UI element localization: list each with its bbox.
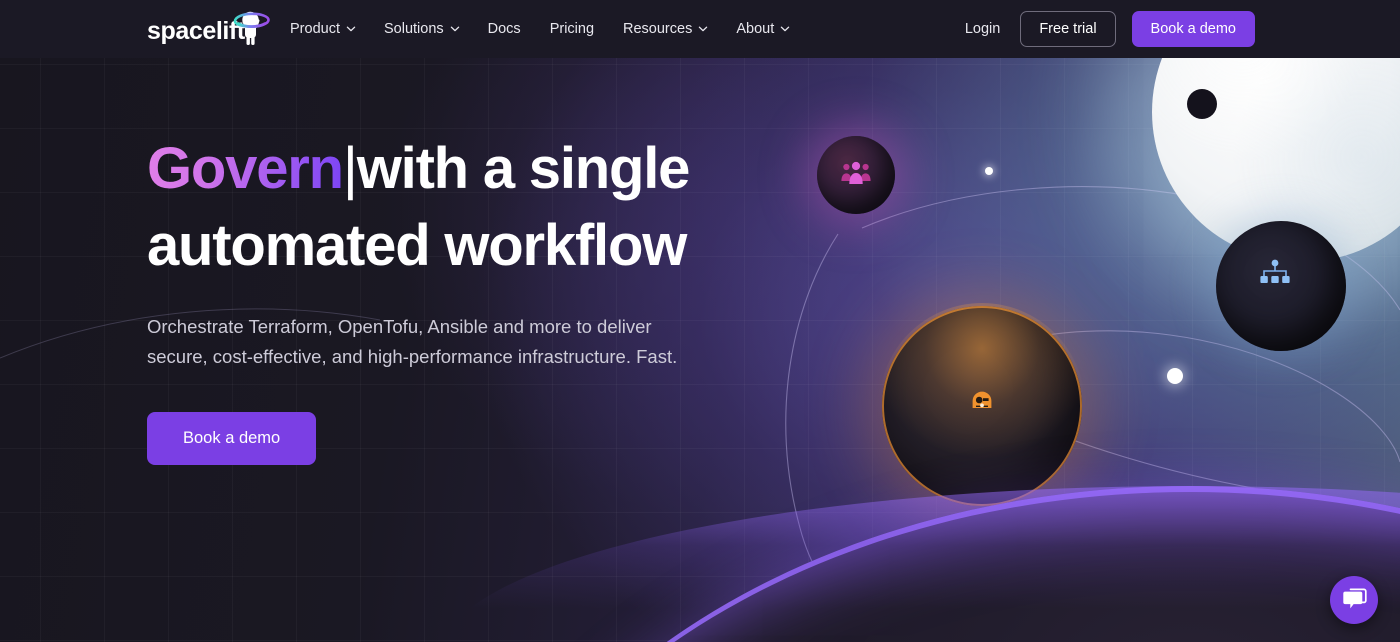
- free-trial-button[interactable]: Free trial: [1020, 11, 1116, 47]
- orange-planet: [879, 303, 1085, 509]
- nav-item-pricing[interactable]: Pricing: [548, 15, 596, 43]
- nav-item-about[interactable]: About: [734, 15, 791, 43]
- nav-item-label: Product: [290, 21, 340, 37]
- nav-item-label: About: [736, 21, 775, 37]
- subheadline-line-one: Orchestrate Terraform, OpenTofu, Ansible…: [147, 316, 652, 338]
- hero-copy: Govern|with a single automated workflow …: [147, 130, 867, 466]
- dark-moon: [1187, 89, 1217, 119]
- typing-caret: |: [342, 136, 358, 201]
- chat-bubbles-icon: [1342, 587, 1367, 614]
- site-header: spacelift Product Solutions Docs Pricing…: [0, 0, 1400, 58]
- pale-planet: [1152, 58, 1400, 262]
- pale-planet-texture: [1152, 58, 1400, 262]
- header-actions: Login Free trial Book a demo: [961, 0, 1255, 58]
- purple-horizon-planet: [440, 486, 1400, 642]
- page-title: Govern|with a single automated workflow: [147, 130, 867, 284]
- chevron-down-icon: [698, 24, 708, 33]
- nav-item-product[interactable]: Product: [288, 15, 357, 43]
- book-a-demo-hero-button[interactable]: Book a demo: [147, 412, 317, 466]
- chevron-down-icon: [346, 24, 356, 33]
- book-a-demo-header-button[interactable]: Book a demo: [1131, 11, 1255, 47]
- nav-item-label: Pricing: [549, 21, 595, 37]
- brand-logo[interactable]: spacelift: [147, 11, 271, 47]
- chat-widget-button[interactable]: [1330, 576, 1378, 624]
- chevron-down-icon: [450, 24, 459, 33]
- hero-section: Govern|with a single automated workflow …: [0, 58, 1400, 642]
- headline-rest: with a single: [356, 136, 691, 201]
- nav-item-docs[interactable]: Docs: [486, 15, 523, 43]
- dark-blue-planet: [1216, 221, 1346, 351]
- main-navigation: Product Solutions Docs Pricing Resources: [288, 0, 791, 58]
- orbit-dot-small: [985, 167, 993, 175]
- page-root: spacelift Product Solutions Docs Pricing…: [0, 0, 1400, 642]
- orbit-dot-large: [1167, 368, 1183, 384]
- nav-item-label: Docs: [487, 21, 521, 37]
- subheadline-line-two: secure, cost-effective, and high-perform…: [147, 346, 678, 368]
- headline-line-two: automated workflow: [147, 213, 687, 279]
- chevron-down-icon: [780, 24, 790, 33]
- headline-highlight: Govern: [147, 136, 344, 201]
- nav-item-label: Resources: [623, 21, 693, 37]
- nav-item-resources[interactable]: Resources: [621, 15, 709, 43]
- nav-item-label: Solutions: [383, 21, 444, 37]
- astronaut-planet-icon: [229, 9, 271, 47]
- nav-item-solutions[interactable]: Solutions: [382, 15, 461, 43]
- login-link[interactable]: Login: [961, 15, 1004, 43]
- hero-subheadline: Orchestrate Terraform, OpenTofu, Ansible…: [147, 312, 807, 372]
